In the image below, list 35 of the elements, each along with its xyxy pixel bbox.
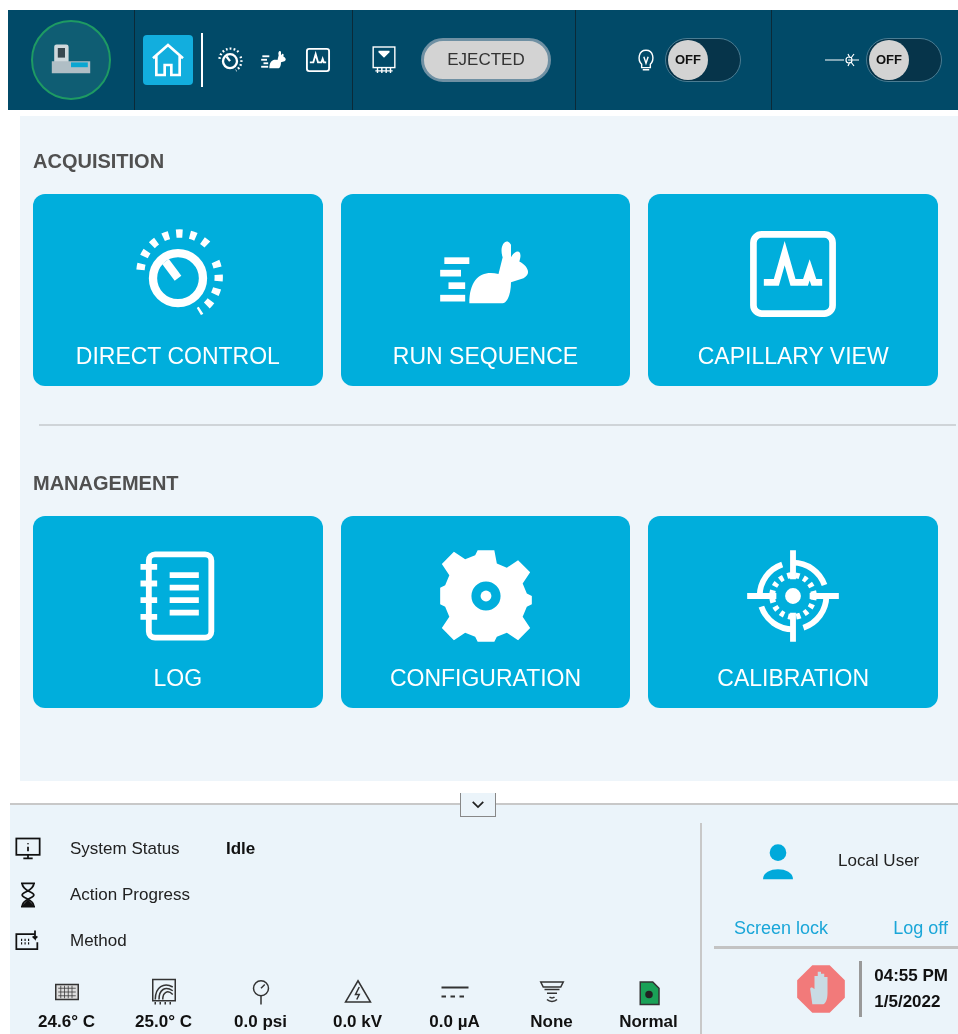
reading-value: None <box>530 1010 573 1033</box>
stop-hand-icon <box>795 962 848 1015</box>
status-label: System Status <box>70 837 181 860</box>
section-heading: MANAGEMENT <box>33 470 180 496</box>
menu-tile[interactable]: RUN SEQUENCE <box>340 193 631 386</box>
chevron-down-icon <box>471 799 485 809</box>
user-link[interactable]: Screen lock <box>734 914 829 942</box>
user-name: Local User <box>838 849 920 872</box>
clock-date: 1/5/2022 <box>874 990 942 1013</box>
menu-tile[interactable]: LOG <box>33 515 323 708</box>
status-value: Idle <box>226 837 256 860</box>
tray-status-button[interactable]: EJECTED <box>421 37 551 82</box>
toggle-switch[interactable]: OFF <box>866 37 942 82</box>
clock-time: 04:55 PM <box>874 965 948 987</box>
peak-icon <box>304 45 332 74</box>
toggle-switch[interactable]: OFF <box>665 37 741 82</box>
menu-tile[interactable]: CONFIGURATION <box>340 515 631 708</box>
nav-button[interactable] <box>143 34 193 85</box>
status-label: Method <box>70 929 128 952</box>
reading-value: 0.0 µA <box>429 1010 480 1033</box>
reading-value: 0.0 kV <box>332 1010 383 1033</box>
reading-value: Normal <box>619 1010 678 1033</box>
reading-value: 25.0° C <box>135 1010 192 1033</box>
menu-tile[interactable]: CAPILLARY VIEW <box>648 193 938 386</box>
user-link[interactable]: Log off <box>893 914 948 942</box>
menu-tile[interactable]: CALIBRATION <box>648 515 938 708</box>
status-label: Action Progress <box>70 883 191 906</box>
menu-tile[interactable]: DIRECT CONTROL <box>33 193 323 386</box>
reading-value: 24.6° C <box>38 1010 95 1033</box>
collapse-button[interactable] <box>460 792 496 817</box>
tray-icon <box>371 43 397 76</box>
reading-value: 0.0 psi <box>234 1010 287 1033</box>
section-heading: ACQUISITION <box>33 148 166 174</box>
direct-current-icon <box>439 985 470 998</box>
dial-icon <box>216 45 244 74</box>
